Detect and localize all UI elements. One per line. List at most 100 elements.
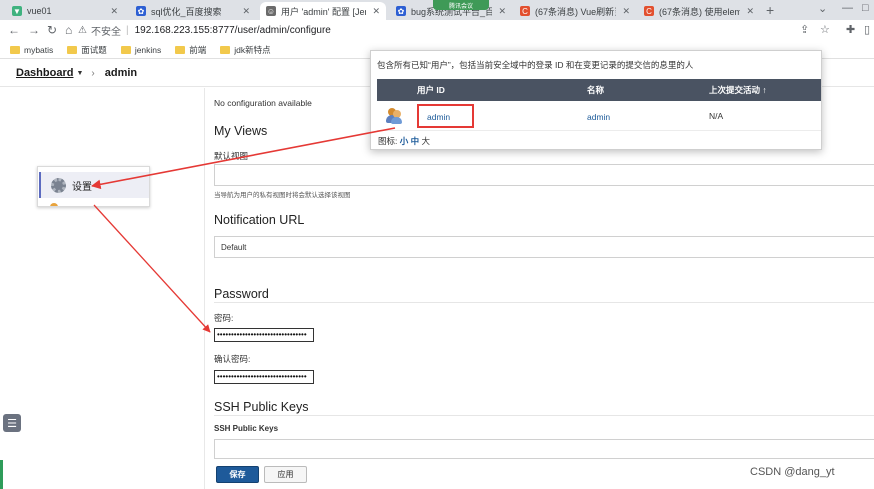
csdn-icon: C xyxy=(644,6,654,16)
url-text[interactable]: 192.168.223.155:8777/user/admin/configur… xyxy=(135,25,331,36)
close-icon[interactable]: ✕ xyxy=(498,6,506,17)
table-cell-last-activity: N/A xyxy=(709,110,724,121)
warning-icon: ⚠ xyxy=(78,25,87,36)
baidu-icon: ✿ xyxy=(396,6,406,16)
default-view-label: 默认视图 xyxy=(214,151,249,161)
bookmark-mybatis[interactable]: mybatis xyxy=(10,45,53,55)
close-icon[interactable]: ✕ xyxy=(622,6,630,17)
column-header-last-activity[interactable]: 上次提交活动 ↑ xyxy=(709,84,821,96)
folder-icon xyxy=(220,45,231,54)
user-icon xyxy=(50,203,58,206)
csdn-icon: C xyxy=(520,6,530,16)
gear-icon xyxy=(51,177,66,193)
bookmark-jenkins[interactable]: jenkins xyxy=(120,45,161,55)
sidebar-item-settings[interactable]: 设置 xyxy=(39,172,149,198)
browser-tab-jenkins-active[interactable]: ☺ 用户 'admin' 配置 [Jenkins] ✕ xyxy=(260,2,386,20)
table-cell-icon xyxy=(377,107,417,124)
bookmark-frontend[interactable]: 前端 xyxy=(175,44,206,56)
chevron-down-icon[interactable]: ▼ xyxy=(76,70,83,77)
star-icon[interactable]: ☆ xyxy=(820,23,830,36)
default-view-field[interactable] xyxy=(214,164,874,186)
apply-button[interactable]: 应用 xyxy=(264,466,307,483)
browser-tab-csdn-1[interactable]: C (67条消息) Vue刷新当前页 ✕ xyxy=(514,2,636,20)
section-title-my-views: My Views xyxy=(214,124,268,138)
extensions-icon[interactable]: ✚ xyxy=(846,23,855,36)
browser-tab-baidu-sql[interactable]: ✿ sql优化_百度搜索 ✕ xyxy=(130,2,256,20)
side-strip xyxy=(0,460,3,489)
back-icon[interactable]: ← xyxy=(8,23,20,37)
browser-tab-csdn-2[interactable]: C (67条消息) 使用element-ui ✕ xyxy=(638,2,760,20)
divider: | xyxy=(125,25,129,36)
chevron-down-icon[interactable]: ⌄ xyxy=(818,2,827,15)
folder-icon xyxy=(175,45,186,54)
forward-icon[interactable]: → xyxy=(28,23,40,37)
table-header: 用户 ID 名称 上次提交活动 ↑ xyxy=(377,79,821,101)
bookmark-jdk[interactable]: jdk新特点 xyxy=(220,44,271,56)
divider xyxy=(214,302,874,303)
icon-size-selector: 图标: 小 中 大 xyxy=(378,135,430,147)
security-label: 不安全 xyxy=(90,27,121,38)
browser-tab-vue01[interactable]: ▼ vue01 ✕ xyxy=(6,2,124,20)
close-icon[interactable]: ✕ xyxy=(372,6,380,17)
user-name-link[interactable]: admin xyxy=(587,112,610,122)
close-icon[interactable]: ✕ xyxy=(110,6,118,17)
close-icon[interactable]: ✕ xyxy=(242,6,250,17)
divider xyxy=(214,415,874,416)
jenkins-icon: ☺ xyxy=(266,6,276,16)
tab-title: vue01 xyxy=(27,6,52,16)
home-icon[interactable]: ⌂ xyxy=(65,23,72,37)
bookmark-label: 前端 xyxy=(189,44,207,55)
breadcrumb-dashboard[interactable]: Dashboard xyxy=(16,67,73,79)
tab-title: 用户 'admin' 配置 [Jenkins] xyxy=(281,6,366,17)
save-button[interactable]: 保存 xyxy=(216,466,259,483)
icon-size-large[interactable]: 大 xyxy=(422,136,431,146)
notification-url-value: Default xyxy=(221,243,247,252)
icon-size-medium[interactable]: 中 xyxy=(411,136,420,146)
highlight-box xyxy=(417,104,474,128)
section-title-ssh: SSH Public Keys xyxy=(214,400,309,414)
tab-title: sql优化_百度搜索 xyxy=(151,6,222,17)
meeting-indicator: 腾讯会议 xyxy=(433,0,489,10)
password-field[interactable]: •••••••••••••••••••••••••••••••• xyxy=(214,328,314,342)
close-icon[interactable]: ✕ xyxy=(746,6,754,17)
no-config-text: No configuration available xyxy=(214,98,312,108)
default-view-hint: 当导航为用户的私有视图时将会默认选择该视图 xyxy=(214,192,351,199)
reload-icon[interactable]: ↻ xyxy=(47,23,57,37)
sidebar xyxy=(0,88,200,489)
bookmark-interview[interactable]: 面试题 xyxy=(67,44,107,56)
sidebar-toggle-icon[interactable]: ▯ xyxy=(864,23,870,36)
new-tab-icon[interactable]: + xyxy=(766,2,774,18)
tab-title: (67条消息) 使用element-ui xyxy=(659,6,741,17)
share-icon[interactable]: ⇪ xyxy=(800,23,809,36)
sidebar-menu: 设置 xyxy=(37,166,150,207)
folder-icon xyxy=(120,45,131,54)
watermark: CSDN @dang_yt xyxy=(750,466,835,478)
column-header-user-id[interactable]: 用户 ID xyxy=(417,84,587,96)
password-label: 密码: xyxy=(214,313,234,323)
ssh-keys-textarea[interactable] xyxy=(214,439,874,459)
address-bar[interactable]: ⚠ 不安全 | 192.168.223.155:8777/user/admin/… xyxy=(78,22,798,39)
section-title-password: Password xyxy=(214,287,269,301)
popup-description: 包含所有已知“用户”，包括当前安全域中的登录 ID 和在变更记录的提交信的息里的… xyxy=(377,60,694,70)
column-header-name[interactable]: 名称 xyxy=(587,84,709,96)
confirm-password-field[interactable]: •••••••••••••••••••••••••••••••• xyxy=(214,370,314,384)
bookmark-label: jdk新特点 xyxy=(234,44,271,55)
ssh-keys-label: SSH Public Keys xyxy=(214,424,279,433)
icon-size-small[interactable]: 小 xyxy=(400,136,409,146)
breadcrumb-separator-icon: › xyxy=(91,67,95,79)
minimize-icon[interactable]: — xyxy=(842,2,853,14)
breadcrumb-admin[interactable]: admin xyxy=(105,67,137,79)
tab-title: (67条消息) Vue刷新当前页 xyxy=(535,6,616,17)
folder-icon xyxy=(10,45,20,54)
bookmark-label: 面试题 xyxy=(81,44,107,55)
maximize-icon[interactable]: □ xyxy=(862,2,869,14)
notification-url-select[interactable]: Default xyxy=(214,236,874,258)
menu-icon[interactable]: ☰ xyxy=(3,414,21,432)
sidebar-item-label: 设置 xyxy=(72,181,92,193)
folder-icon xyxy=(67,45,78,54)
bookmark-label: mybatis xyxy=(24,44,54,55)
people-popup: 包含所有已知“用户”，包括当前安全域中的登录 ID 和在变更记录的提交信的息里的… xyxy=(370,50,822,150)
confirm-password-label: 确认密码: xyxy=(214,354,251,364)
people-table: 用户 ID 名称 上次提交活动 ↑ admin admin N/A xyxy=(377,79,821,131)
vue-icon: ▼ xyxy=(12,6,22,16)
